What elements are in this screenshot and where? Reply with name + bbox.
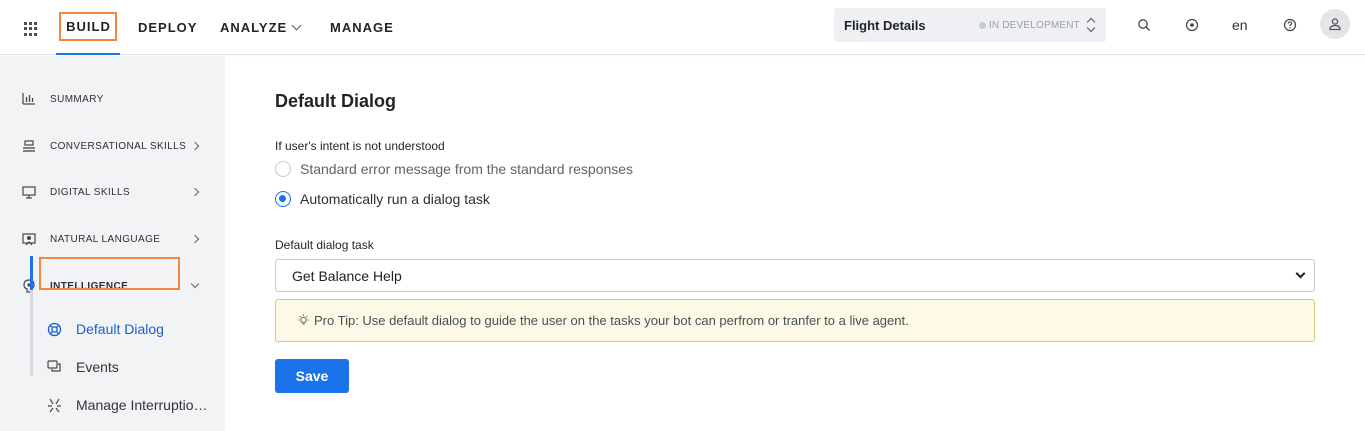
- chevron-right-icon: [190, 187, 200, 197]
- user-avatar[interactable]: [1320, 9, 1350, 39]
- conversation-icon: [21, 138, 37, 154]
- bot-status: IN DEVELOPMENT: [978, 19, 1080, 31]
- radio-standard-error[interactable]: Standard error message from the standard…: [275, 160, 633, 178]
- chevron-right-icon: [190, 141, 200, 151]
- radio-unchecked-icon[interactable]: [275, 161, 291, 177]
- dialog-task-label: Default dialog task: [275, 238, 374, 252]
- nlp-icon: [21, 231, 37, 247]
- sidebar-subitem-manage-interruptions[interactable]: Manage Interruptions: [30, 390, 225, 420]
- sort-arrows-icon: [1086, 18, 1096, 32]
- monitor-icon: [21, 184, 37, 200]
- page-title: Default Dialog: [275, 91, 397, 111]
- status-dot-icon: [978, 21, 986, 29]
- apps-grid-icon[interactable]: [24, 22, 38, 36]
- nav-analyze[interactable]: ANALYZE: [220, 0, 302, 55]
- sidebar-subitem-label: Events: [76, 359, 119, 375]
- dialog-task-select[interactable]: Get Balance Help: [275, 259, 1315, 292]
- sidebar-subitem-default-dialog[interactable]: Default Dialog: [30, 314, 225, 344]
- sidebar: SUMMARY CONVERSATIONAL SKILLS DIGITAL SK…: [0, 56, 225, 431]
- interruption-icon: [46, 397, 62, 413]
- nav-manage[interactable]: MANAGE: [330, 0, 394, 55]
- default-dialog-highlight: [39, 257, 180, 290]
- dialog-task-value: Get Balance Help: [292, 267, 402, 284]
- bot-selector[interactable]: Flight Details IN DEVELOPMENT: [834, 8, 1106, 42]
- top-bar: BUILD DEPLOY ANALYZE MANAGE Flight Detai…: [0, 0, 1365, 55]
- user-icon: [1329, 18, 1341, 31]
- save-button[interactable]: Save: [275, 359, 349, 393]
- sidebar-item-conversational-skills[interactable]: CONVERSATIONAL SKILLS: [0, 134, 225, 158]
- main-content: Default Dialog If user's intent is not u…: [225, 56, 1365, 431]
- radio-run-dialog-task[interactable]: Automatically run a dialog task: [275, 190, 490, 208]
- chevron-down-icon: [1295, 268, 1306, 279]
- search-icon[interactable]: [1136, 17, 1152, 33]
- notification-icon[interactable]: [1184, 17, 1200, 33]
- sidebar-subitem-label: Default Dialog: [76, 321, 164, 337]
- radio-checked-icon[interactable]: [275, 191, 291, 207]
- bot-status-label: IN DEVELOPMENT: [988, 19, 1080, 31]
- sidebar-item-label: NATURAL LANGUAGE: [50, 233, 161, 245]
- sidebar-item-digital-skills[interactable]: DIGITAL SKILLS: [0, 180, 225, 204]
- nav-analyze-label: ANALYZE: [220, 20, 288, 35]
- lightbulb-icon: [296, 314, 310, 328]
- radio-label: Standard error message from the standard…: [300, 161, 634, 177]
- sidebar-item-summary[interactable]: SUMMARY: [0, 87, 225, 111]
- language-selector[interactable]: en: [1232, 17, 1248, 33]
- help-icon[interactable]: [1282, 17, 1298, 33]
- intent-label: If user's intent is not understood: [275, 139, 445, 153]
- lifebuoy-icon: [46, 321, 62, 337]
- active-indicator: [30, 256, 33, 290]
- pro-tip-text: Pro Tip: Use default dialog to guide the…: [314, 313, 909, 328]
- chevron-down-icon: [190, 279, 200, 289]
- sidebar-item-label: SUMMARY: [50, 93, 104, 105]
- sidebar-item-label: CONVERSATIONAL SKILLS: [50, 140, 187, 152]
- sidebar-subitem-label: Manage Interruptions: [76, 397, 208, 413]
- chat-bubbles-icon: [46, 359, 62, 375]
- chevron-down-icon: [291, 20, 302, 31]
- sidebar-item-label: DIGITAL SKILLS: [50, 186, 131, 198]
- bot-name: Flight Details: [844, 17, 926, 33]
- sidebar-subitem-events[interactable]: Events: [30, 352, 225, 382]
- chevron-right-icon: [190, 234, 200, 244]
- intelligence-icon: [21, 278, 37, 294]
- nav-deploy[interactable]: DEPLOY: [138, 0, 197, 55]
- nav-build-label: BUILD: [59, 12, 117, 41]
- pro-tip-banner: Pro Tip: Use default dialog to guide the…: [275, 299, 1315, 342]
- sidebar-item-natural-language[interactable]: NATURAL LANGUAGE: [0, 227, 225, 251]
- radio-label: Automatically run a dialog task: [300, 191, 490, 207]
- nav-build[interactable]: BUILD: [56, 0, 120, 55]
- bar-chart-icon: [21, 91, 37, 107]
